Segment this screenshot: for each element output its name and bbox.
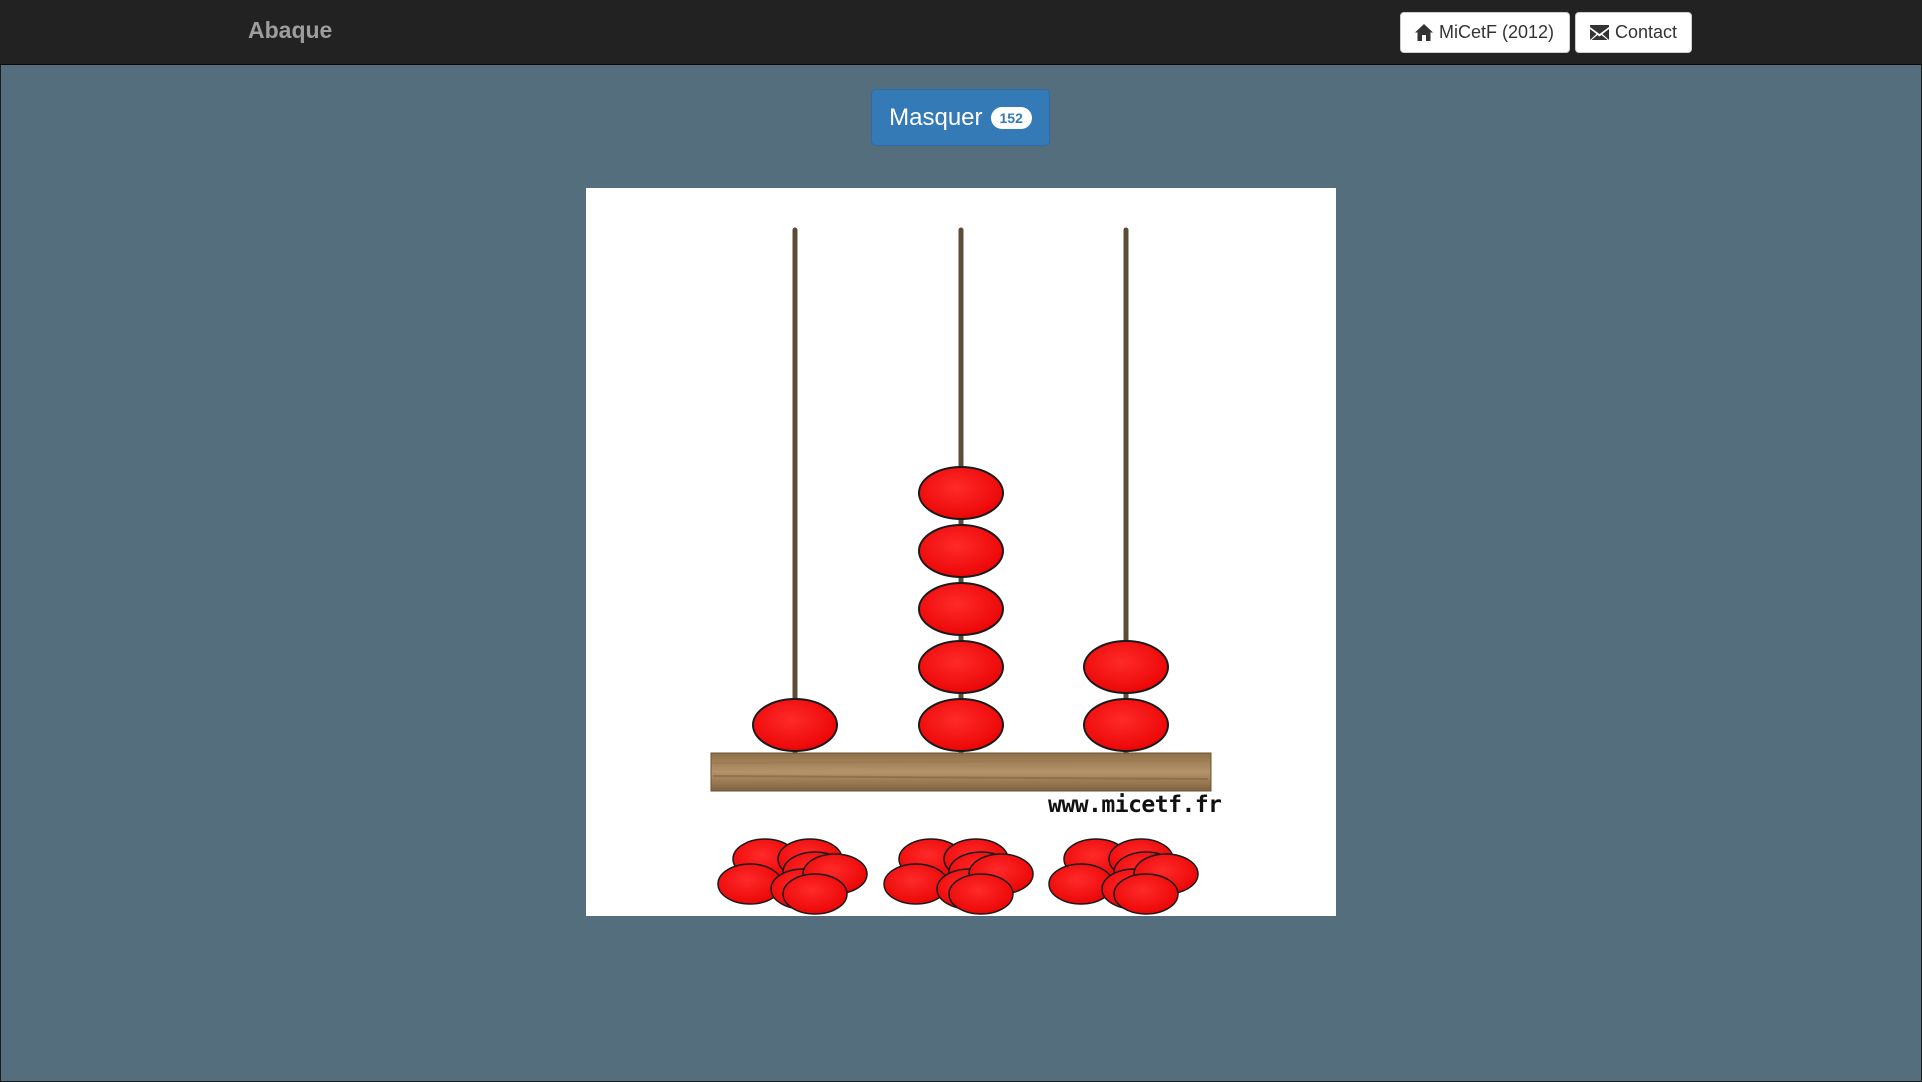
spare-bead-pile[interactable] [1048,838,1199,915]
masquer-label: Masquer [889,103,983,131]
masquer-button[interactable]: Masquer 152 [871,89,1050,146]
abacus-base [710,752,1212,792]
spare-bead-pile[interactable] [717,838,868,915]
count-badge: 152 [990,106,1032,129]
home-icon [1415,24,1433,41]
home-button[interactable]: MiCetF (2012) [1400,12,1570,53]
abacus-image: www.micetf.fr [586,188,1336,916]
abacus-bead[interactable] [918,524,1004,578]
abacus-drawing [710,227,1212,915]
contact-button[interactable]: Contact [1575,12,1692,53]
brand-link[interactable]: Abaque [248,17,332,44]
abacus-bead[interactable] [752,698,838,752]
abacus-bead[interactable] [1083,640,1169,694]
home-button-label: MiCetF (2012) [1439,22,1555,42]
abacus-bead[interactable] [1083,698,1169,752]
spare-bead [782,873,848,915]
abacus-bead[interactable] [918,640,1004,694]
spare-bead-pile[interactable] [883,838,1034,915]
spare-bead [948,873,1014,915]
abacus-bead[interactable] [918,466,1004,520]
watermark-text: www.micetf.fr [1048,792,1222,818]
envelope-icon [1590,25,1609,40]
contact-button-label: Contact [1615,22,1678,42]
spare-bead [1113,873,1179,915]
abacus-bead[interactable] [918,582,1004,636]
abacus-bead[interactable] [918,698,1004,752]
navbar: Abaque MiCetF (2012) Contact [0,0,1922,65]
